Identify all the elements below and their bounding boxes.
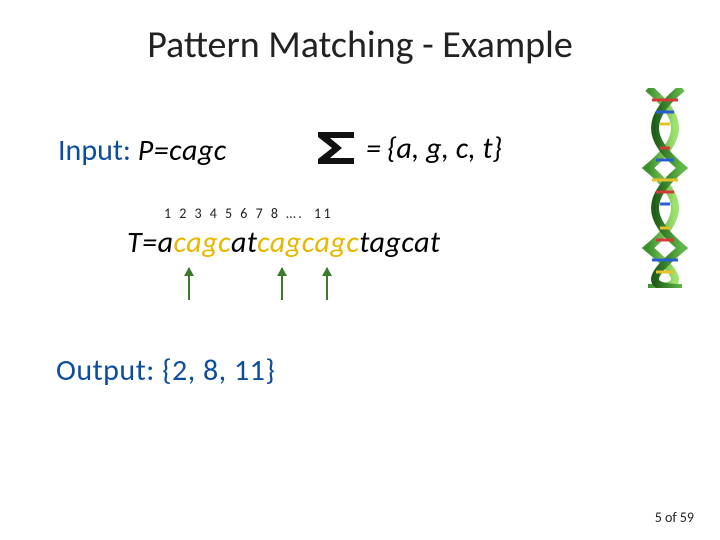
seq-s2: at: [231, 224, 257, 261]
alphabet-set: {a, g, c, t}: [387, 130, 502, 167]
slide: Pattern Matching - Example Input: P=cagc…: [0, 0, 720, 540]
page-current: 5: [655, 509, 662, 526]
seq-prefix: T=: [127, 224, 158, 261]
sigma-icon: [312, 128, 360, 168]
alphabet-block: = {a, g, c, t}: [312, 128, 502, 168]
indices-eleven: 11: [314, 205, 333, 222]
seq-s1: a: [158, 224, 174, 261]
sequence-line: T=acagcatcagcagctagcat: [127, 224, 441, 261]
indices-first: 1 2 3 4 5 6 7 8 ….: [164, 205, 310, 222]
dna-helix-icon: [636, 88, 694, 288]
pattern-prefix: P=: [138, 132, 169, 169]
match-arrow-3: [326, 268, 328, 300]
index-ruler: 1 2 3 4 5 6 7 8 …. 11: [164, 205, 333, 222]
seq-match-1: cagc: [174, 224, 231, 261]
output-value: {2, 8, 11}: [162, 352, 275, 389]
page-footer: 5 of 59: [655, 509, 694, 526]
input-label: Input:: [58, 132, 138, 169]
seq-s3: tagcat: [359, 224, 440, 261]
match-arrow-2: [281, 268, 283, 300]
page-of: of: [662, 509, 680, 526]
match-arrow-1: [188, 268, 190, 300]
page-total: 59: [680, 509, 694, 526]
seq-match-2: cagcagc: [257, 224, 359, 261]
input-line: Input: P=cagc: [58, 132, 227, 169]
page-title: Pattern Matching - Example: [0, 22, 720, 68]
output-line: Output: {2, 8, 11}: [56, 352, 275, 389]
output-label: Output:: [56, 352, 162, 389]
alphabet-equals: =: [366, 130, 381, 167]
pattern-value: cagc: [169, 132, 227, 169]
